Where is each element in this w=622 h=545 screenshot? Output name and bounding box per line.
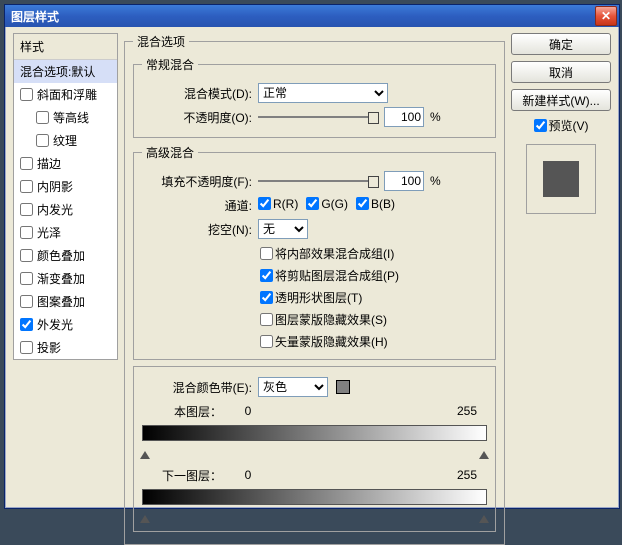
styles-legend: 样式 bbox=[14, 34, 117, 60]
style-item[interactable]: 等高线 bbox=[14, 106, 117, 129]
style-item[interactable]: 内发光 bbox=[14, 198, 117, 221]
fill-opacity-input[interactable] bbox=[384, 171, 424, 191]
style-item[interactable]: 外发光 bbox=[14, 313, 117, 336]
titlebar: 图层样式 ✕ bbox=[5, 5, 619, 27]
styles-column: 样式 混合选项:默认 斜面和浮雕等高线纹理描边内阴影内发光光泽颜色叠加渐变叠加图… bbox=[13, 33, 118, 502]
blend-if-label: 混合颜色带(E): bbox=[142, 379, 252, 396]
opacity-label: 不透明度(O): bbox=[142, 109, 252, 126]
style-item[interactable]: 斜面和浮雕 bbox=[14, 83, 117, 106]
fill-opacity-slider[interactable] bbox=[258, 174, 378, 188]
slider-handle-icon[interactable] bbox=[479, 451, 489, 459]
style-item[interactable]: 颜色叠加 bbox=[14, 244, 117, 267]
advanced-option-row[interactable]: 图层蒙版隐藏效果(S) bbox=[260, 311, 387, 328]
advanced-option-row[interactable]: 透明形状图层(T) bbox=[260, 289, 362, 306]
window-title: 图层样式 bbox=[11, 8, 59, 25]
advanced-option-row[interactable]: 将内部效果混合成组(I) bbox=[260, 245, 394, 262]
channel-checkbox-row[interactable]: B(B) bbox=[356, 197, 395, 211]
style-checkbox[interactable] bbox=[36, 134, 49, 147]
blending-options-group: 混合选项 常规混合 混合模式(D): 正常 不透明度(O): % bbox=[124, 33, 505, 545]
channel-checkbox[interactable] bbox=[306, 197, 319, 210]
this-layer-gradient[interactable] bbox=[142, 425, 487, 441]
style-checkbox[interactable] bbox=[36, 111, 49, 124]
style-checkbox[interactable] bbox=[20, 203, 33, 216]
underlying-layer-gradient[interactable] bbox=[142, 489, 487, 505]
advanced-option-checkbox[interactable] bbox=[260, 291, 273, 304]
slider-handle-icon[interactable] bbox=[140, 451, 150, 459]
general-blending-group: 常规混合 混合模式(D): 正常 不透明度(O): % bbox=[133, 56, 496, 138]
style-checkbox[interactable] bbox=[20, 318, 33, 331]
new-style-button[interactable]: 新建样式(W)... bbox=[511, 89, 611, 111]
style-item[interactable]: 图案叠加 bbox=[14, 290, 117, 313]
style-checkbox[interactable] bbox=[20, 249, 33, 262]
advanced-option-row[interactable]: 矢量蒙版隐藏效果(H) bbox=[260, 333, 388, 350]
advanced-option-checkbox[interactable] bbox=[260, 335, 273, 348]
style-item[interactable]: 内阴影 bbox=[14, 175, 117, 198]
blending-options-legend: 混合选项 bbox=[133, 33, 189, 50]
ok-button[interactable]: 确定 bbox=[511, 33, 611, 55]
style-item[interactable]: 渐变叠加 bbox=[14, 267, 117, 290]
advanced-option-checkbox[interactable] bbox=[260, 269, 273, 282]
options-column: 混合选项 常规混合 混合模式(D): 正常 不透明度(O): % bbox=[124, 33, 505, 502]
channel-checkbox[interactable] bbox=[258, 197, 271, 210]
advanced-blending-group: 高级混合 填充不透明度(F): % 通道: R(R)G(G)B(B) 挖空(N)… bbox=[133, 144, 496, 360]
opacity-input[interactable] bbox=[384, 107, 424, 127]
color-swatch[interactable] bbox=[336, 380, 350, 394]
close-icon: ✕ bbox=[601, 9, 611, 23]
style-item[interactable]: 纹理 bbox=[14, 129, 117, 152]
knockout-select[interactable]: 无 bbox=[258, 219, 308, 239]
style-checkbox[interactable] bbox=[20, 272, 33, 285]
styles-list: 样式 混合选项:默认 斜面和浮雕等高线纹理描边内阴影内发光光泽颜色叠加渐变叠加图… bbox=[13, 33, 118, 360]
style-checkbox[interactable] bbox=[20, 88, 33, 101]
style-item[interactable]: 光泽 bbox=[14, 221, 117, 244]
style-item[interactable]: 投影 bbox=[14, 336, 117, 359]
blend-mode-select[interactable]: 正常 bbox=[258, 83, 388, 103]
opacity-slider[interactable] bbox=[258, 110, 378, 124]
styles-default-row[interactable]: 混合选项:默认 bbox=[14, 60, 117, 83]
style-checkbox[interactable] bbox=[20, 157, 33, 170]
style-checkbox[interactable] bbox=[20, 180, 33, 193]
cancel-button[interactable]: 取消 bbox=[511, 61, 611, 83]
knockout-label: 挖空(N): bbox=[142, 221, 252, 238]
fill-opacity-label: 填充不透明度(F): bbox=[142, 173, 252, 190]
close-button[interactable]: ✕ bbox=[595, 6, 617, 26]
channels-label: 通道: bbox=[142, 197, 252, 214]
style-checkbox[interactable] bbox=[20, 341, 33, 354]
blend-if-select[interactable]: 灰色 bbox=[258, 377, 328, 397]
preview-checkbox[interactable] bbox=[534, 119, 547, 132]
style-checkbox[interactable] bbox=[20, 226, 33, 239]
slider-handle-icon[interactable] bbox=[479, 515, 489, 523]
preview-checkbox-row[interactable]: 预览(V) bbox=[511, 117, 611, 134]
actions-column: 确定 取消 新建样式(W)... 预览(V) bbox=[511, 33, 611, 502]
blend-if-group: 混合颜色带(E): 灰色 本图层： 0 255 bbox=[133, 366, 496, 532]
advanced-option-checkbox[interactable] bbox=[260, 247, 273, 260]
layer-style-dialog: 图层样式 ✕ 样式 混合选项:默认 斜面和浮雕等高线纹理描边内阴影内发光光泽颜色… bbox=[4, 4, 620, 509]
channel-checkbox-row[interactable]: R(R) bbox=[258, 197, 298, 211]
underlying-layer-label: 下一图层： bbox=[142, 467, 222, 484]
preview-box bbox=[526, 144, 596, 214]
advanced-option-checkbox[interactable] bbox=[260, 313, 273, 326]
this-layer-label: 本图层： bbox=[142, 403, 222, 420]
channel-checkbox-row[interactable]: G(G) bbox=[306, 197, 348, 211]
advanced-option-row[interactable]: 将剪贴图层混合成组(P) bbox=[260, 267, 399, 284]
style-checkbox[interactable] bbox=[20, 295, 33, 308]
blend-mode-label: 混合模式(D): bbox=[142, 85, 252, 102]
slider-handle-icon[interactable] bbox=[140, 515, 150, 523]
style-item[interactable]: 描边 bbox=[14, 152, 117, 175]
channel-checkbox[interactable] bbox=[356, 197, 369, 210]
preview-thumbnail bbox=[543, 161, 579, 197]
